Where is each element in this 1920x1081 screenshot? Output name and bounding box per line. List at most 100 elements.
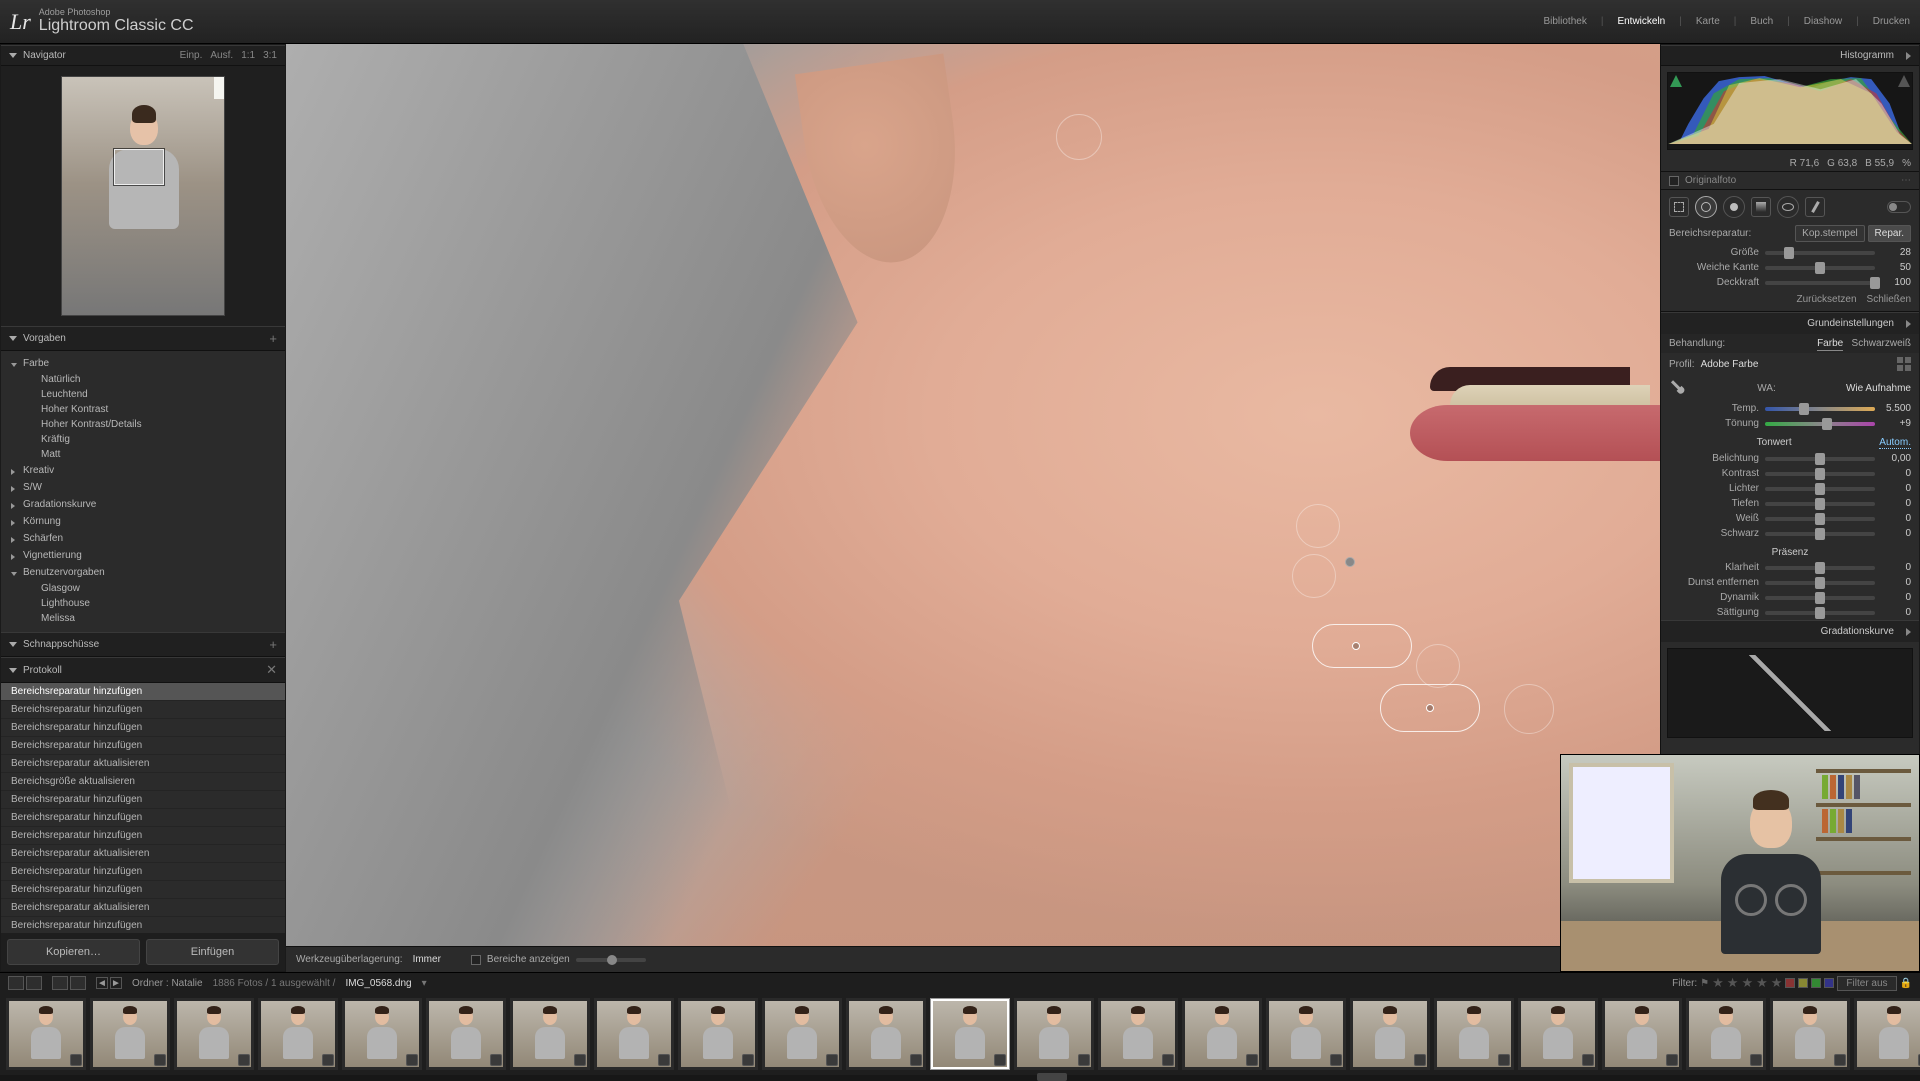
filmstrip-thumb[interactable] [426, 998, 506, 1070]
preset-folder[interactable]: Gradationskurve [1, 496, 285, 513]
history-entry[interactable]: Bereichsreparatur hinzufügen [1, 827, 285, 845]
nav-mode-fill[interactable]: Ausf. [210, 50, 233, 61]
slider-Deckkraft[interactable]: Deckkraft100 [1661, 275, 1919, 290]
histogram-view[interactable] [1667, 72, 1913, 150]
filmstrip-thumb[interactable] [1770, 998, 1850, 1070]
auto-tone-button[interactable]: Autom. [1879, 437, 1911, 449]
history-entry[interactable]: Bereichsreparatur hinzufügen [1, 683, 285, 701]
clear-history-icon[interactable]: ✕ [266, 662, 277, 678]
heal-close-button[interactable]: Schließen [1867, 294, 1911, 305]
preset-folder[interactable]: Schärfen [1, 530, 285, 547]
heal-reset-button[interactable]: Zurücksetzen [1797, 294, 1857, 305]
slider-Lichter[interactable]: Lichter0 [1661, 481, 1919, 496]
preset-item[interactable]: Melissa [1, 611, 285, 626]
slider-Tiefen[interactable]: Tiefen0 [1661, 496, 1919, 511]
history-entry[interactable]: Bereichsreparatur hinzufügen [1, 719, 285, 737]
slider-Klarheit[interactable]: Klarheit0 [1661, 560, 1919, 575]
tone-curve-view[interactable] [1667, 648, 1913, 738]
radial-filter-icon[interactable] [1777, 196, 1799, 218]
heal-pin-icon[interactable] [1352, 642, 1360, 650]
heal-spot[interactable] [1292, 554, 1336, 598]
nav-mode-3to1[interactable]: 3:1 [263, 50, 277, 61]
preset-folder[interactable]: S/W [1, 479, 285, 496]
heal-pin-icon[interactable] [1426, 704, 1434, 712]
histogram-header[interactable]: Histogramm [1661, 45, 1919, 66]
heal-source-marker[interactable] [1345, 557, 1355, 567]
wb-eyedropper-icon[interactable] [1665, 375, 1690, 400]
module-map[interactable]: Karte [1696, 16, 1720, 27]
star-filter[interactable]: ★ [1771, 975, 1783, 991]
heal-mode-clone[interactable]: Kop.stempel [1795, 225, 1865, 242]
filmstrip-thumb[interactable] [342, 998, 422, 1070]
slider-Dynamik[interactable]: Dynamik0 [1661, 590, 1919, 605]
filmstrip-thumb[interactable] [1266, 998, 1346, 1070]
brush-tool-icon[interactable] [1805, 197, 1825, 217]
star-filter[interactable]: ★ [1712, 975, 1724, 991]
slider-Belichtung[interactable]: Belichtung0,00 [1661, 451, 1919, 466]
history-entry[interactable]: Bereichsreparatur hinzufügen [1, 737, 285, 755]
history-entry[interactable]: Bereichsreparatur hinzufügen [1, 881, 285, 899]
treatment-color[interactable]: Farbe [1817, 338, 1843, 351]
profile-dropdown[interactable]: Adobe Farbe [1701, 359, 1759, 370]
color-filter[interactable] [1824, 978, 1834, 988]
slider-Temp.[interactable]: Temp.5.500 [1661, 401, 1919, 416]
snapshots-header[interactable]: Schnappschüsse + [1, 632, 285, 657]
history-entry[interactable]: Bereichsreparatur hinzufügen [1, 863, 285, 881]
navigator-header[interactable]: Navigator Einp. Ausf. 1:1 3:1 [1, 45, 285, 66]
history-entry[interactable]: Bereichsreparatur hinzufügen [1, 701, 285, 719]
basic-panel-header[interactable]: Grundeinstellungen [1661, 312, 1919, 334]
slider-Weiche Kante[interactable]: Weiche Kante50 [1661, 260, 1919, 275]
preset-item[interactable]: Glasgow [1, 581, 285, 596]
panel-switch[interactable] [1887, 201, 1911, 213]
add-preset-icon[interactable]: + [269, 331, 277, 346]
wb-dropdown[interactable]: Wie Aufnahme [1846, 383, 1911, 394]
preset-item[interactable]: Natürlich [1, 372, 285, 387]
color-filter[interactable] [1785, 978, 1795, 988]
nav-arrows[interactable]: ◄► [96, 977, 122, 989]
original-menu-icon[interactable]: ⋯ [1901, 175, 1911, 186]
filmstrip-thumb[interactable] [1434, 998, 1514, 1070]
heal-spot[interactable] [1056, 114, 1102, 160]
preset-item[interactable]: Hoher Kontrast/Details [1, 417, 285, 432]
filmstrip-thumb[interactable] [1518, 998, 1598, 1070]
preset-item[interactable]: Kräftig [1, 432, 285, 447]
filmstrip[interactable] [0, 993, 1920, 1075]
module-book[interactable]: Buch [1750, 16, 1773, 27]
navigator-preview[interactable] [1, 66, 285, 326]
treatment-bw[interactable]: Schwarzweiß [1852, 338, 1911, 349]
crop-tool-icon[interactable] [1669, 197, 1689, 217]
slider-Tönung[interactable]: Tönung+9 [1661, 416, 1919, 431]
filmstrip-thumb[interactable] [1098, 998, 1178, 1070]
filmstrip-thumb[interactable] [1350, 998, 1430, 1070]
preset-item[interactable]: Leuchtend [1, 387, 285, 402]
history-header[interactable]: Protokoll ✕ [1, 657, 285, 683]
navigator-crop-indicator[interactable] [114, 149, 164, 185]
add-snapshot-icon[interactable]: + [269, 637, 277, 652]
filter-lock-icon[interactable]: 🔒 [1900, 978, 1912, 989]
heal-spot[interactable] [1296, 504, 1340, 548]
module-print[interactable]: Drucken [1873, 16, 1910, 27]
preset-folder[interactable]: Kreativ [1, 462, 285, 479]
filmstrip-thumb[interactable] [930, 998, 1010, 1070]
module-library[interactable]: Bibliothek [1543, 16, 1586, 27]
nav-mode-1to1[interactable]: 1:1 [241, 50, 255, 61]
filmstrip-thumb[interactable] [1182, 998, 1262, 1070]
profile-browser-icon[interactable] [1897, 357, 1911, 371]
overlay-mode-dropdown[interactable]: Immer [413, 954, 441, 965]
current-filename[interactable]: IMG_0568.dng [345, 978, 411, 989]
star-filter[interactable]: ★ [1727, 975, 1739, 991]
preset-folder[interactable]: Körnung [1, 513, 285, 530]
slider-Kontrast[interactable]: Kontrast0 [1661, 466, 1919, 481]
module-develop[interactable]: Entwickeln [1617, 16, 1665, 27]
presets-header[interactable]: Vorgaben + [1, 326, 285, 351]
module-slideshow[interactable]: Diashow [1804, 16, 1842, 27]
grid-view-buttons[interactable] [52, 976, 86, 990]
visualize-threshold-slider[interactable] [576, 958, 646, 962]
flag-filter-icon[interactable]: ⚑ [1700, 978, 1709, 989]
star-filter[interactable]: ★ [1756, 975, 1768, 991]
preset-folder[interactable]: Vignettierung [1, 547, 285, 564]
slider-Sättigung[interactable]: Sättigung0 [1661, 605, 1919, 620]
filmstrip-thumb[interactable] [174, 998, 254, 1070]
filmstrip-thumb[interactable] [678, 998, 758, 1070]
history-entry[interactable]: Bereichsreparatur hinzufügen [1, 791, 285, 809]
